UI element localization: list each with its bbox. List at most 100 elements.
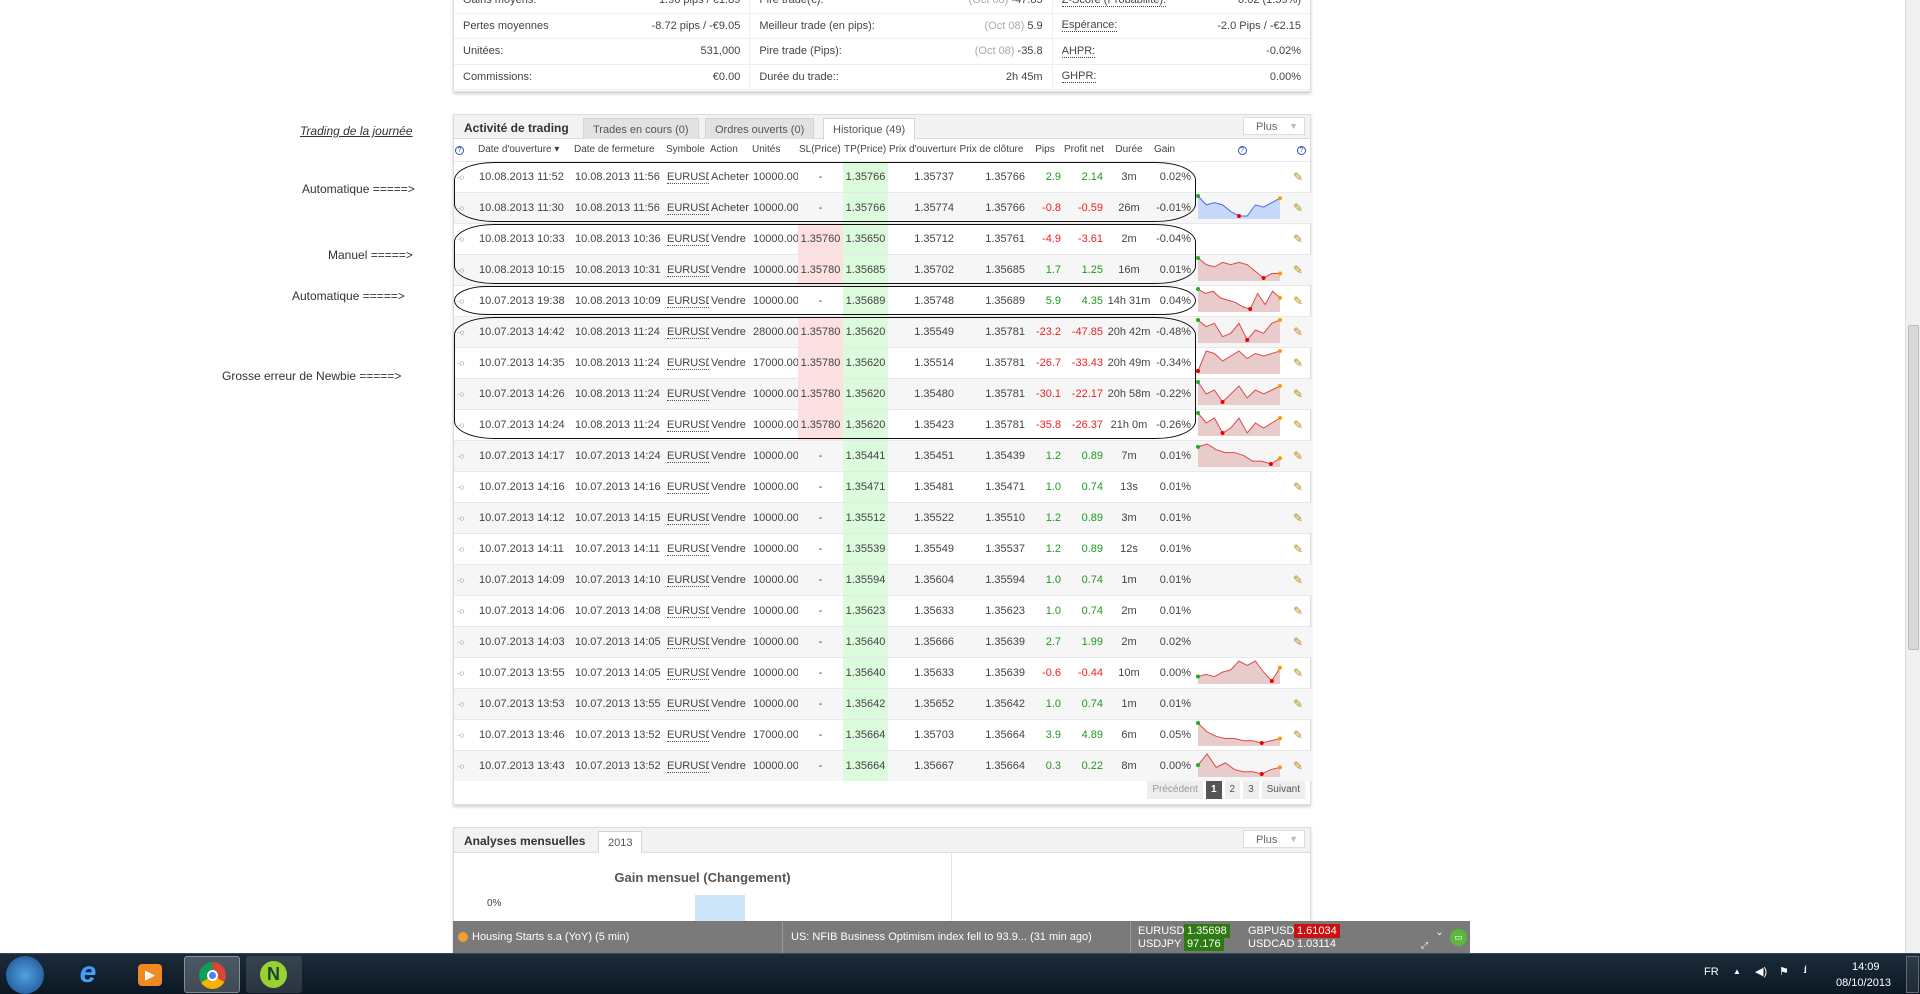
symbol-link[interactable]: EURUSD: [667, 170, 709, 184]
pencil-icon[interactable]: ✎: [1293, 356, 1303, 370]
pencil-icon[interactable]: ✎: [1293, 387, 1303, 401]
tab-historique[interactable]: Historique (49): [823, 118, 916, 140]
pencil-icon[interactable]: ✎: [1293, 263, 1303, 277]
clock-time[interactable]: 14:09: [1852, 961, 1880, 973]
collapse-chevron-icon[interactable]: ⌄: [1432, 921, 1447, 954]
symbol-link[interactable]: EURUSD: [667, 201, 709, 215]
stat-label[interactable]: Espérance:: [1061, 19, 1118, 33]
tag-icon[interactable]: ⌕: [454, 447, 470, 464]
help-icon[interactable]: ?: [1297, 146, 1306, 156]
internet-explorer-icon[interactable]: e: [60, 956, 116, 993]
more-dropdown[interactable]: Plus ▼: [1243, 830, 1305, 848]
tag-icon[interactable]: ⌕: [454, 230, 470, 247]
start-button[interactable]: [6, 956, 44, 994]
quote-symbol[interactable]: USDCAD: [1248, 938, 1294, 950]
pencil-icon[interactable]: ✎: [1293, 511, 1303, 525]
symbol-link[interactable]: EURUSD: [667, 697, 709, 711]
pencil-icon[interactable]: ✎: [1293, 573, 1303, 587]
pencil-icon[interactable]: ✎: [1293, 201, 1303, 215]
symbol-link[interactable]: EURUSD: [667, 418, 709, 432]
tag-icon[interactable]: ⌕: [454, 168, 470, 185]
tag-icon[interactable]: ⌕: [454, 509, 470, 526]
quote-symbol[interactable]: GBPUSD: [1248, 925, 1294, 937]
page-1-button[interactable]: 1: [1205, 781, 1222, 799]
expand-icon[interactable]: ⤢: [1416, 940, 1433, 954]
more-dropdown[interactable]: Plus ▼: [1243, 117, 1305, 135]
pencil-icon[interactable]: ✎: [1293, 666, 1303, 680]
pencil-icon[interactable]: ✎: [1293, 418, 1303, 432]
clock-date[interactable]: 08/10/2013: [1836, 977, 1891, 989]
stat-label[interactable]: AHPR:: [1061, 45, 1096, 58]
pencil-icon[interactable]: ✎: [1293, 325, 1303, 339]
column-header-date-ouverture[interactable]: Date d'ouverture ▾: [477, 139, 573, 161]
scrollbar-thumb[interactable]: [1908, 325, 1919, 650]
page-scrollbar[interactable]: [1905, 0, 1920, 953]
symbol-link[interactable]: EURUSD: [667, 759, 709, 773]
symbol-link[interactable]: EURUSD: [667, 480, 709, 494]
tab-ordres-ouverts[interactable]: Ordres ouverts (0): [705, 118, 815, 139]
symbol-link[interactable]: EURUSD: [667, 356, 709, 370]
stat-label[interactable]: GHPR:: [1061, 70, 1097, 84]
tab-2013[interactable]: 2013: [598, 831, 643, 853]
tab-trades-en-cours[interactable]: Trades en cours (0): [583, 118, 699, 139]
news-event[interactable]: Housing Starts s.a (YoY) (5 min): [472, 931, 629, 943]
symbol-link[interactable]: EURUSD: [667, 666, 709, 680]
symbol-link[interactable]: EURUSD: [667, 542, 709, 556]
symbol-link[interactable]: EURUSD: [667, 387, 709, 401]
symbol-link[interactable]: EURUSD: [667, 449, 709, 463]
symbol-link[interactable]: EURUSD: [667, 604, 709, 618]
show-desktop-button[interactable]: [1906, 956, 1919, 993]
prev-page-button[interactable]: Précédent: [1147, 781, 1203, 799]
symbol-link[interactable]: EURUSD: [667, 728, 709, 742]
tag-icon[interactable]: ⌕: [454, 757, 470, 774]
speaker-icon[interactable]: ◀): [1755, 965, 1767, 978]
pencil-icon[interactable]: ✎: [1293, 449, 1303, 463]
quote-symbol[interactable]: USDJPY: [1138, 938, 1181, 950]
chat-button[interactable]: ▭: [1447, 921, 1470, 954]
pencil-icon[interactable]: ✎: [1293, 542, 1303, 556]
tag-icon[interactable]: ⌕: [454, 602, 470, 619]
pencil-icon[interactable]: ✎: [1293, 697, 1303, 711]
tag-icon[interactable]: ⌕: [454, 695, 470, 712]
language-indicator[interactable]: FR: [1704, 966, 1719, 978]
symbol-link[interactable]: EURUSD: [667, 325, 709, 339]
tag-icon[interactable]: ⌕: [454, 199, 470, 216]
symbol-link[interactable]: EURUSD: [667, 511, 709, 525]
tag-icon[interactable]: ⌕: [454, 726, 470, 743]
network-signal-icon[interactable]: .ıl: [1803, 965, 1807, 976]
tag-icon[interactable]: ⌕: [454, 261, 470, 278]
page-2-button[interactable]: 2: [1224, 781, 1241, 799]
pencil-icon[interactable]: ✎: [1293, 480, 1303, 494]
tag-icon[interactable]: ⌕: [454, 633, 470, 650]
news-headline[interactable]: US: NFIB Business Optimism index fell to…: [791, 931, 1092, 943]
chrome-icon[interactable]: [184, 956, 240, 993]
tag-icon[interactable]: ⌕: [454, 540, 470, 557]
next-page-button[interactable]: Suivant: [1261, 781, 1305, 799]
show-hidden-icons-icon[interactable]: ▲: [1733, 967, 1741, 976]
page-3-button[interactable]: 3: [1243, 781, 1259, 799]
symbol-link[interactable]: EURUSD: [667, 573, 709, 587]
pencil-icon[interactable]: ✎: [1293, 759, 1303, 773]
symbol-link[interactable]: EURUSD: [667, 263, 709, 277]
symbol-link[interactable]: EURUSD: [667, 232, 709, 246]
symbol-link[interactable]: EURUSD: [667, 635, 709, 649]
pencil-icon[interactable]: ✎: [1293, 728, 1303, 742]
tag-icon[interactable]: ⌕: [454, 323, 470, 340]
tag-icon[interactable]: ⌕: [454, 385, 470, 402]
tag-icon[interactable]: ⌕: [454, 664, 470, 681]
pencil-icon[interactable]: ✎: [1293, 635, 1303, 649]
pencil-icon[interactable]: ✎: [1293, 604, 1303, 618]
trading-app-icon[interactable]: N: [246, 956, 302, 993]
tag-icon[interactable]: ⌕: [454, 478, 470, 495]
pencil-icon[interactable]: ✎: [1293, 232, 1303, 246]
symbol-link[interactable]: EURUSD: [667, 294, 709, 308]
pencil-icon[interactable]: ✎: [1293, 294, 1303, 308]
media-player-icon[interactable]: ▶: [122, 956, 178, 993]
stat-label[interactable]: Z-Score (Probabilité):: [1061, 0, 1167, 7]
action-center-flag-icon[interactable]: ⚑: [1779, 965, 1789, 978]
help-icon[interactable]: ?: [455, 146, 464, 156]
quote-symbol[interactable]: EURUSD: [1138, 925, 1184, 937]
help-icon[interactable]: ?: [1237, 146, 1247, 156]
tag-icon[interactable]: ⌕: [454, 354, 470, 371]
tag-icon[interactable]: ⌕: [454, 292, 470, 309]
